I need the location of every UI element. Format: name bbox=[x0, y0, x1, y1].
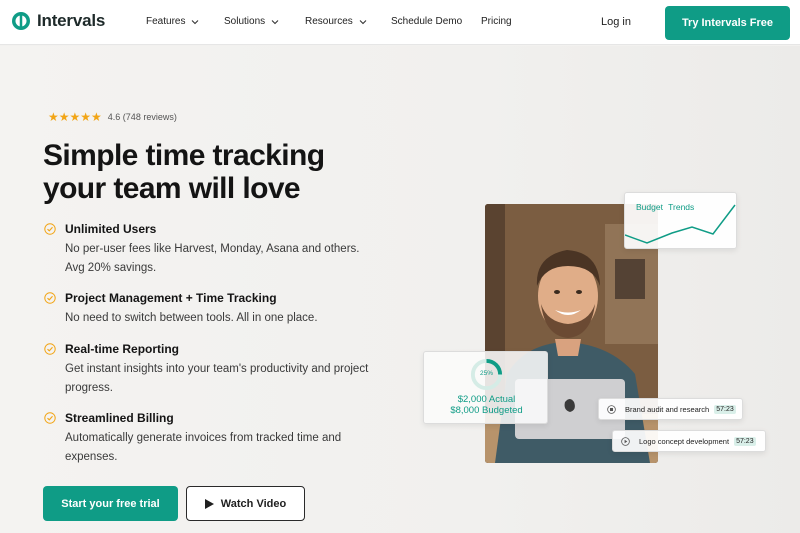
check-circle-icon bbox=[44, 223, 56, 235]
nav-solutions[interactable]: Solutions bbox=[224, 16, 279, 27]
feature-description: Automatically generate invoices from tra… bbox=[65, 432, 342, 463]
watch-video-button[interactable]: Watch Video bbox=[186, 486, 305, 521]
try-free-button[interactable]: Try Intervals Free bbox=[665, 6, 790, 40]
chevron-down-icon bbox=[359, 19, 367, 24]
budget-donut-card: 25% $2,000 Actual $8,000 Budgeted bbox=[423, 351, 548, 424]
chevron-down-icon bbox=[271, 19, 279, 24]
actual-amount: $2,000 Actual bbox=[457, 394, 516, 405]
chevron-down-icon bbox=[192, 19, 199, 24]
feature-title: Real-time Reporting bbox=[65, 342, 180, 356]
headline-line-1: Simple time tracking bbox=[43, 139, 325, 172]
nav-resources[interactable]: Resources bbox=[305, 16, 367, 27]
feature-title: Streamlined Billing bbox=[65, 411, 174, 425]
watch-video-label: Watch Video bbox=[220, 497, 287, 510]
play-icon bbox=[204, 498, 214, 509]
start-free-trial-button[interactable]: Start your free trial bbox=[43, 486, 178, 521]
task-name: Brand audit and research bbox=[625, 404, 710, 414]
feature-description: Get instant insights into your team's pr… bbox=[65, 363, 369, 394]
nav-solutions-label: Solutions bbox=[224, 16, 266, 27]
nav-resources-label: Resources bbox=[305, 16, 353, 27]
nav-features[interactable]: Features bbox=[146, 16, 199, 27]
task-time: 57:23 bbox=[714, 404, 736, 414]
donut-percent: 25% bbox=[479, 370, 493, 377]
intervals-logo-icon bbox=[12, 12, 30, 30]
task-time: 57:23 bbox=[734, 436, 756, 446]
feature-title: Project Management + Time Tracking bbox=[65, 291, 277, 305]
task-timer-row[interactable]: Brand audit and research 57:23 bbox=[598, 398, 743, 420]
stop-icon[interactable] bbox=[607, 404, 616, 414]
hero-headline: Simple time tracking your team will love bbox=[43, 139, 403, 205]
check-circle-icon bbox=[44, 412, 56, 424]
nav-schedule-demo[interactable]: Schedule Demo bbox=[391, 16, 462, 27]
nav-schedule-demo-label: Schedule Demo bbox=[391, 16, 463, 27]
play-icon[interactable] bbox=[621, 436, 630, 446]
feature-description: No need to switch between tools. All in … bbox=[65, 312, 318, 324]
check-circle-icon bbox=[44, 292, 56, 304]
nav-features-label: Features bbox=[146, 16, 186, 27]
task-name: Logo concept development bbox=[639, 436, 730, 446]
feature-title: Unlimited Users bbox=[65, 222, 157, 236]
nav-pricing-label: Pricing bbox=[481, 16, 512, 27]
budget-trends-card: Budget Trends bbox=[624, 192, 737, 249]
top-navigation: Intervals Features Solutions Resources S… bbox=[0, 0, 800, 45]
headline-line-2: your team will love bbox=[43, 172, 301, 205]
brand-logo[interactable]: Intervals bbox=[11, 11, 105, 31]
budget-trends-label: Budget Trends bbox=[636, 202, 695, 212]
task-timer-row[interactable]: Logo concept development 57:23 bbox=[612, 430, 766, 452]
brand-name: Intervals bbox=[37, 11, 106, 30]
budgeted-amount: $8,000 Budgeted bbox=[450, 405, 523, 416]
rating-text: 4.6 (748 reviews) bbox=[107, 112, 177, 122]
check-circle-icon bbox=[44, 343, 56, 355]
feature-description: No per-user fees like Harvest, Monday, A… bbox=[65, 243, 360, 274]
rating-summary: ★★★★★ 4.6 (748 reviews) bbox=[48, 110, 177, 124]
star-rating-icon: ★★★★★ bbox=[48, 110, 102, 124]
login-link[interactable]: Log in bbox=[601, 16, 631, 28]
nav-pricing[interactable]: Pricing bbox=[481, 16, 512, 27]
